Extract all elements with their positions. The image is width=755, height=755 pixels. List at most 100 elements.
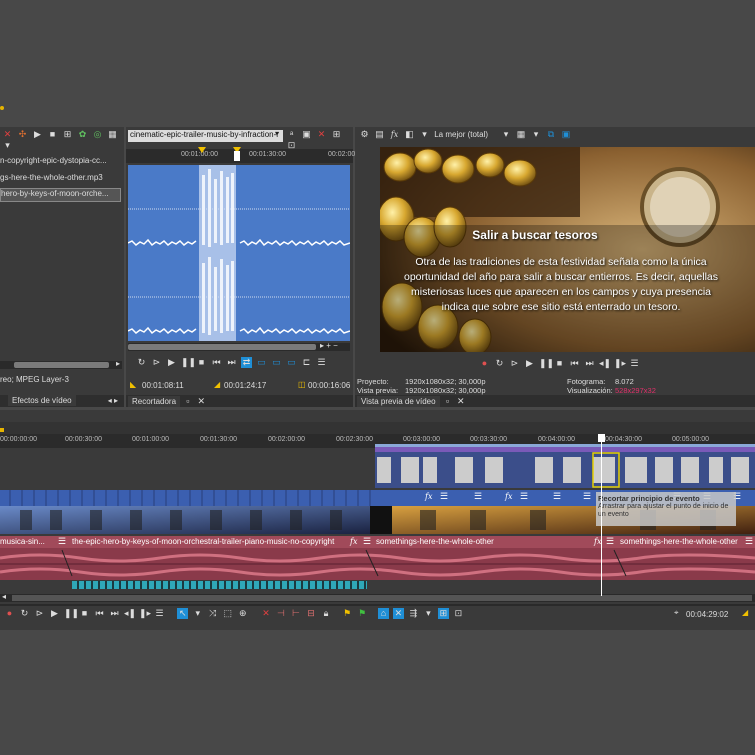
trimmer-hscroll[interactable]: ▸ + − <box>128 341 350 351</box>
lock-envelopes-icon[interactable]: ⊡ <box>453 608 464 619</box>
normal-edit-tool-icon[interactable]: ↖ <box>177 608 189 619</box>
rewind-icon[interactable]: ◂❚ <box>599 358 611 369</box>
gear-icon[interactable]: ⚙ <box>359 129 370 140</box>
menu-icon[interactable]: ☰ <box>520 491 528 502</box>
next-frame-icon[interactable]: ⏭ <box>584 358 595 369</box>
video-thumbnails-track[interactable]: Recortar principio de evento Arrastrar p… <box>0 492 755 534</box>
save-snapshot-icon[interactable]: ▣ <box>560 129 571 140</box>
split-screen-icon[interactable]: ◧ <box>404 129 415 140</box>
overlays-icon[interactable]: ▦ <box>515 129 526 140</box>
overlay-video-track[interactable] <box>375 447 755 488</box>
fx-icon[interactable]: fx <box>505 492 512 501</box>
menu-icon[interactable]: ☰ <box>154 608 165 619</box>
overwrite-icon[interactable]: ▭ <box>286 357 297 368</box>
mic-icon[interactable]: ● <box>4 608 15 619</box>
trimmer-playhead[interactable] <box>234 151 240 161</box>
envelope-tool-icon[interactable]: ⤨ <box>207 608 218 619</box>
menu-icon[interactable]: ☰ <box>606 536 614 547</box>
save-icon[interactable]: ▣ <box>301 129 312 140</box>
chevron-down-icon[interactable]: ▾ <box>192 608 203 619</box>
prev-frame-icon[interactable]: ⏮ <box>211 357 222 368</box>
timeline-hscroll[interactable]: ◂ <box>0 592 755 602</box>
menu-icon[interactable]: ☰ <box>629 358 640 369</box>
search-media-icon[interactable]: ◎ <box>92 129 103 140</box>
close-icon[interactable]: ✕ <box>453 395 469 408</box>
menu-icon[interactable]: ☰ <box>316 357 327 368</box>
loop-region-icon[interactable]: ⇄ <box>241 357 252 368</box>
play-icon[interactable]: ▶ <box>32 129 43 140</box>
preview-frame[interactable]: Salir a buscar tesoros Otra de las tradi… <box>380 147 755 352</box>
forward-icon[interactable]: ❚▸ <box>139 608 151 619</box>
audio-clip-label[interactable]: musica-sin... <box>0 537 55 547</box>
zoom-tool-icon[interactable]: ⊕ <box>237 608 248 619</box>
ripple-icon[interactable]: ⇶ <box>408 608 419 619</box>
import-icon[interactable]: ✣ <box>17 129 28 140</box>
trimmer-file-select[interactable]: cinematic-epic-trailer-music-by-infracti… <box>128 130 283 142</box>
menu-icon[interactable]: ☰ <box>553 491 561 502</box>
split-icon[interactable]: ⊟ <box>305 608 316 619</box>
time-in[interactable]: 00:01:08:11 <box>142 381 184 390</box>
stop-icon[interactable]: ■ <box>196 357 207 368</box>
play-from-start-icon[interactable]: ⊳ <box>34 608 45 619</box>
selection-tool-icon[interactable]: ⬚ <box>222 608 233 619</box>
rewind-icon[interactable]: ◂❚ <box>124 608 136 619</box>
menu-icon[interactable]: ☰ <box>363 536 371 547</box>
time-length[interactable]: 00:00:16:06 <box>308 381 350 390</box>
timeline-timecode[interactable]: 00:04:29:02 <box>686 610 728 619</box>
group-icon[interactable]: ⊞ <box>437 608 449 619</box>
media-item-selected[interactable]: hero-by-keys-of-moon-orche... <box>0 188 121 202</box>
prev-frame-icon[interactable]: ⏮ <box>569 358 580 369</box>
delete-icon[interactable]: ✕ <box>260 608 271 619</box>
play-icon[interactable]: ▶ <box>166 357 177 368</box>
tab-recortadora[interactable]: Recortadora <box>128 396 181 407</box>
chevron-down-icon[interactable]: ▾ <box>275 129 279 138</box>
play-from-start-icon[interactable]: ⊳ <box>151 357 162 368</box>
plugin-icon[interactable]: ✿ <box>77 129 88 140</box>
chevron-down-icon[interactable]: ▾ <box>500 129 511 140</box>
marker-icon[interactable]: ᵃ <box>286 129 297 140</box>
capture-icon[interactable]: ⊞ <box>62 129 73 140</box>
play-icon[interactable]: ▶ <box>524 358 535 369</box>
loop-icon[interactable]: ↻ <box>19 608 30 619</box>
preview-quality-select[interactable]: La mejor (total) <box>434 130 496 139</box>
next-frame-icon[interactable]: ⏭ <box>226 357 237 368</box>
chevron-down-icon[interactable]: ▾ <box>423 608 434 619</box>
audio-clip-label[interactable]: the-epic-hero-by-keys-of-moon-orchestral… <box>72 537 342 547</box>
marker-icon[interactable]: ⚑ <box>342 608 353 619</box>
tab-efectos-de-video[interactable]: Efectos de vídeo <box>8 395 76 406</box>
forward-icon[interactable]: ❚▸ <box>614 358 626 369</box>
region-icon[interactable]: ⚑ <box>357 608 368 619</box>
media-item[interactable]: n-copyright-epic-dystopia-cc... <box>0 156 124 167</box>
tab-vista-previa[interactable]: Vista previa de vídeo <box>357 396 440 407</box>
next-frame-icon[interactable]: ⏭ <box>109 608 120 619</box>
stop-icon[interactable]: ■ <box>47 129 58 140</box>
play-icon[interactable]: ▶ <box>49 608 60 619</box>
view-icon[interactable]: ▦ <box>107 129 118 140</box>
delete-icon[interactable]: ✕ <box>316 129 327 140</box>
time-out[interactable]: 00:01:24:17 <box>224 381 266 390</box>
timeline-playhead[interactable] <box>598 434 605 596</box>
tab-arrows-icon[interactable]: ◂ ▸ <box>104 395 122 406</box>
media-scrollbar[interactable]: ▸ <box>0 359 122 369</box>
snap-icon[interactable]: ⌂ <box>377 608 389 619</box>
menu-icon[interactable]: ☰ <box>440 491 448 502</box>
auto-crossfade-icon[interactable]: ✕ <box>392 608 404 619</box>
menu-icon[interactable]: ☰ <box>583 491 591 502</box>
copy-snapshot-icon[interactable]: ⧉ <box>545 129 556 140</box>
audio-clip-label[interactable]: somethings-here-the-whole-other <box>620 537 745 547</box>
menu-icon[interactable]: ☰ <box>474 491 482 502</box>
region-icon[interactable]: ⊞ <box>331 129 342 140</box>
dock-icon[interactable]: ▫ <box>182 395 193 407</box>
fx-icon[interactable]: fx <box>350 537 357 546</box>
trim-marker-in[interactable] <box>198 147 206 153</box>
pause-icon[interactable]: ❚❚ <box>539 358 554 369</box>
loop-icon[interactable]: ↻ <box>136 357 147 368</box>
add-to-timeline-icon[interactable]: ▭ <box>256 357 267 368</box>
fx-icon[interactable]: fx <box>425 492 432 501</box>
fx-icon[interactable]: fx <box>389 129 400 140</box>
dock-icon[interactable]: ▫ <box>442 395 453 407</box>
play-from-start-icon[interactable]: ⊳ <box>509 358 520 369</box>
menu-icon[interactable]: ☰ <box>58 536 66 547</box>
pause-icon[interactable]: ❚❚ <box>64 608 79 619</box>
properties-icon[interactable]: ▤ <box>374 129 385 140</box>
